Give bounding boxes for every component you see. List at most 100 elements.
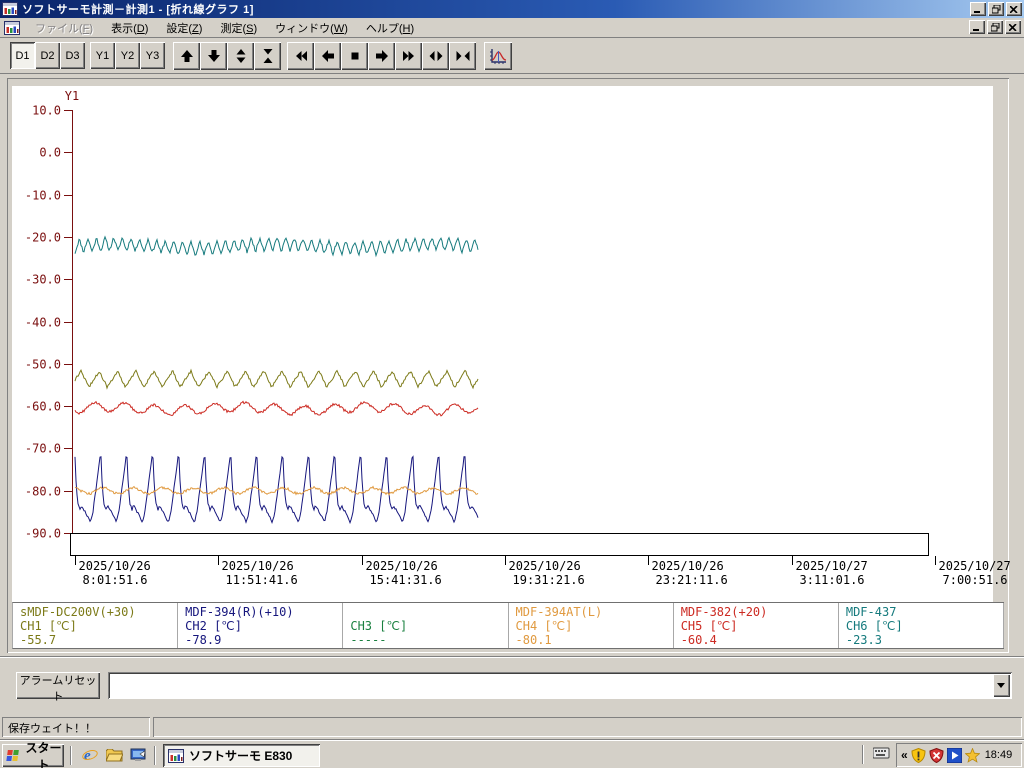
menu-item-3[interactable]: 設定(Z) <box>157 17 211 39</box>
toolbar-button-compress-vertical[interactable] <box>254 42 281 70</box>
taskbar-divider <box>154 746 156 765</box>
close-button[interactable] <box>1006 2 1022 16</box>
status-message: 保存ウェイト！！ <box>2 717 150 737</box>
legend-channel-label: CH5 [℃] <box>681 619 838 633</box>
toolbar-button-fast-forward[interactable] <box>395 42 422 70</box>
scroll-range-box[interactable] <box>71 534 929 556</box>
toolbar-button-rewind[interactable] <box>287 42 314 70</box>
restore-button[interactable] <box>988 2 1004 16</box>
taskbar-app-button[interactable]: ソフトサーモ E830 <box>163 744 320 767</box>
x-tick-time: 11:51:41.6 <box>226 573 298 587</box>
x-tick-time: 3:11:01.6 <box>800 573 865 587</box>
start-button-label: スタート <box>23 739 64 768</box>
screen: ソフトサーモ計測－計測1 - [折れ線グラフ 1] ファイル(F)表示(D)設定… <box>0 0 1024 768</box>
security-warning-shield-icon[interactable] <box>911 748 926 763</box>
menu-item-4[interactable]: 測定(S) <box>211 17 266 39</box>
folder-icon[interactable] <box>104 746 124 764</box>
combo-dropdown-button[interactable] <box>993 674 1010 697</box>
toolbar-button-arrow-left[interactable] <box>314 42 341 70</box>
y-tick-label: 10.0 <box>32 104 61 118</box>
x-tick-time: 19:31:21.6 <box>513 573 585 587</box>
line-chart: Y110.00.0-10.0-20.0-30.0-40.0-50.0-60.0-… <box>12 86 1012 602</box>
toolbar-button-d1[interactable]: D1 <box>10 42 35 69</box>
app-icon-small <box>168 749 184 763</box>
y-tick-label: -50.0 <box>25 358 61 372</box>
toolbar-button-d2[interactable]: D2 <box>35 42 60 69</box>
toolbar-button-expand-vertical[interactable] <box>227 42 254 70</box>
legend-channel-label: CH4 [℃] <box>516 619 673 633</box>
taskbar-divider <box>70 746 72 765</box>
legend-channel-name: MDF-437 <box>846 605 1003 619</box>
x-tick-date: 2025/10/27 <box>939 559 1011 573</box>
toolbar-button-chart-type[interactable] <box>484 42 512 70</box>
alarm-panel: アラームリセット <box>0 656 1024 712</box>
chart-plot-area: Y110.00.0-10.0-20.0-30.0-40.0-50.0-60.0-… <box>12 86 993 602</box>
y-tick-label: -80.0 <box>25 485 61 499</box>
x-tick-time: 23:21:11.6 <box>656 573 728 587</box>
keyboard-language-icon[interactable] <box>873 746 890 762</box>
legend-cell-CH1: sMDF-DC200V(+30)CH1 [℃]-55.7 <box>13 603 178 648</box>
x-tick-time: 15:41:31.6 <box>370 573 442 587</box>
mdi-client: Y110.00.0-10.0-20.0-30.0-40.0-50.0-60.0-… <box>0 75 1024 656</box>
tray-collapse-chevron[interactable]: « <box>901 748 908 762</box>
menu-bar-items: ファイル(F)表示(D)設定(Z)測定(S)ウィンドウ(W)ヘルプ(H) <box>26 17 423 39</box>
series-CH4-line <box>75 487 478 495</box>
status-bar: 保存ウェイト！！ <box>0 712 1024 740</box>
toolbar-button-y2[interactable]: Y2 <box>115 42 140 69</box>
menu-item-2[interactable]: 表示(D) <box>102 17 157 39</box>
child-minimize-button[interactable] <box>969 20 985 34</box>
legend-channel-value: ----- <box>350 633 507 647</box>
legend-cell-CH4: MDF-394AT(L)CH4 [℃]-80.1 <box>509 603 674 648</box>
x-tick-time: 7:00:51.6 <box>943 573 1008 587</box>
toolbar-button-stop[interactable] <box>341 42 368 70</box>
toolbar-button-arrow-down[interactable] <box>200 42 227 70</box>
legend-channel-label: CH1 [℃] <box>20 619 177 633</box>
x-tick-date: 2025/10/26 <box>79 559 151 573</box>
security-alert-shield-icon[interactable] <box>929 748 944 763</box>
toolbar: D1D2D3Y1Y2Y3 <box>0 39 1024 74</box>
status-cell-empty <box>153 717 1022 737</box>
document-icon[interactable] <box>4 21 20 35</box>
legend-cell-CH6: MDF-437CH6 [℃]-23.3 <box>839 603 1004 648</box>
series-CH6-line <box>75 237 478 256</box>
child-close-button[interactable] <box>1005 20 1021 34</box>
toolbar-button-arrow-right[interactable] <box>368 42 395 70</box>
toolbar-button-expand-horizontal[interactable] <box>422 42 449 70</box>
minimize-button[interactable] <box>970 2 986 16</box>
y-tick-label: -20.0 <box>25 231 61 245</box>
star-tray-icon[interactable] <box>965 748 980 763</box>
toolbar-button-y3[interactable]: Y3 <box>140 42 165 69</box>
y-tick-label: -40.0 <box>25 316 61 330</box>
internet-explorer-icon[interactable]: e <box>80 746 100 764</box>
y-tick-label: -70.0 <box>25 442 61 456</box>
legend-cell-CH3: CH3 [℃]----- <box>343 603 508 648</box>
legend-channel-name: MDF-394(R)(+10) <box>185 605 342 619</box>
y-tick-label: -30.0 <box>25 273 61 287</box>
taskbar-divider <box>862 745 864 764</box>
alarm-combobox[interactable] <box>108 672 1012 699</box>
menu-item-6[interactable]: ヘルプ(H) <box>357 17 423 39</box>
tray-clock[interactable]: 18:49 <box>985 749 1013 761</box>
child-restore-button[interactable] <box>987 20 1003 34</box>
series-CH5-line <box>75 401 478 416</box>
toolbar-button-compress-horizontal[interactable] <box>449 42 476 70</box>
toolbar-button-arrow-up[interactable] <box>173 42 200 70</box>
legend-channel-value: -55.7 <box>20 633 177 647</box>
channel-legend: sMDF-DC200V(+30)CH1 [℃]-55.7 MDF-394(R)(+… <box>12 602 1004 649</box>
menu-item-5[interactable]: ウィンドウ(W) <box>266 17 357 39</box>
x-tick-date: 2025/10/26 <box>366 559 438 573</box>
alarm-reset-button[interactable]: アラームリセット <box>16 672 100 699</box>
start-button[interactable]: スタート <box>2 744 64 767</box>
legend-channel-label: CH3 [℃] <box>350 619 507 633</box>
show-desktop-icon[interactable] <box>128 746 148 764</box>
y-tick-label: 0.0 <box>39 146 61 160</box>
y-axis-title: Y1 <box>65 89 79 103</box>
system-tray: « 18:49 <box>896 743 1022 767</box>
media-player-tray-icon[interactable] <box>947 748 962 763</box>
x-tick-date: 2025/10/27 <box>796 559 868 573</box>
toolbar-button-y1[interactable]: Y1 <box>90 42 115 69</box>
legend-channel-value: -60.4 <box>681 633 838 647</box>
toolbar-button-d3[interactable]: D3 <box>60 42 85 69</box>
legend-channel-name <box>350 605 507 619</box>
legend-cell-CH5: MDF-382(+20)CH5 [℃]-60.4 <box>674 603 839 648</box>
